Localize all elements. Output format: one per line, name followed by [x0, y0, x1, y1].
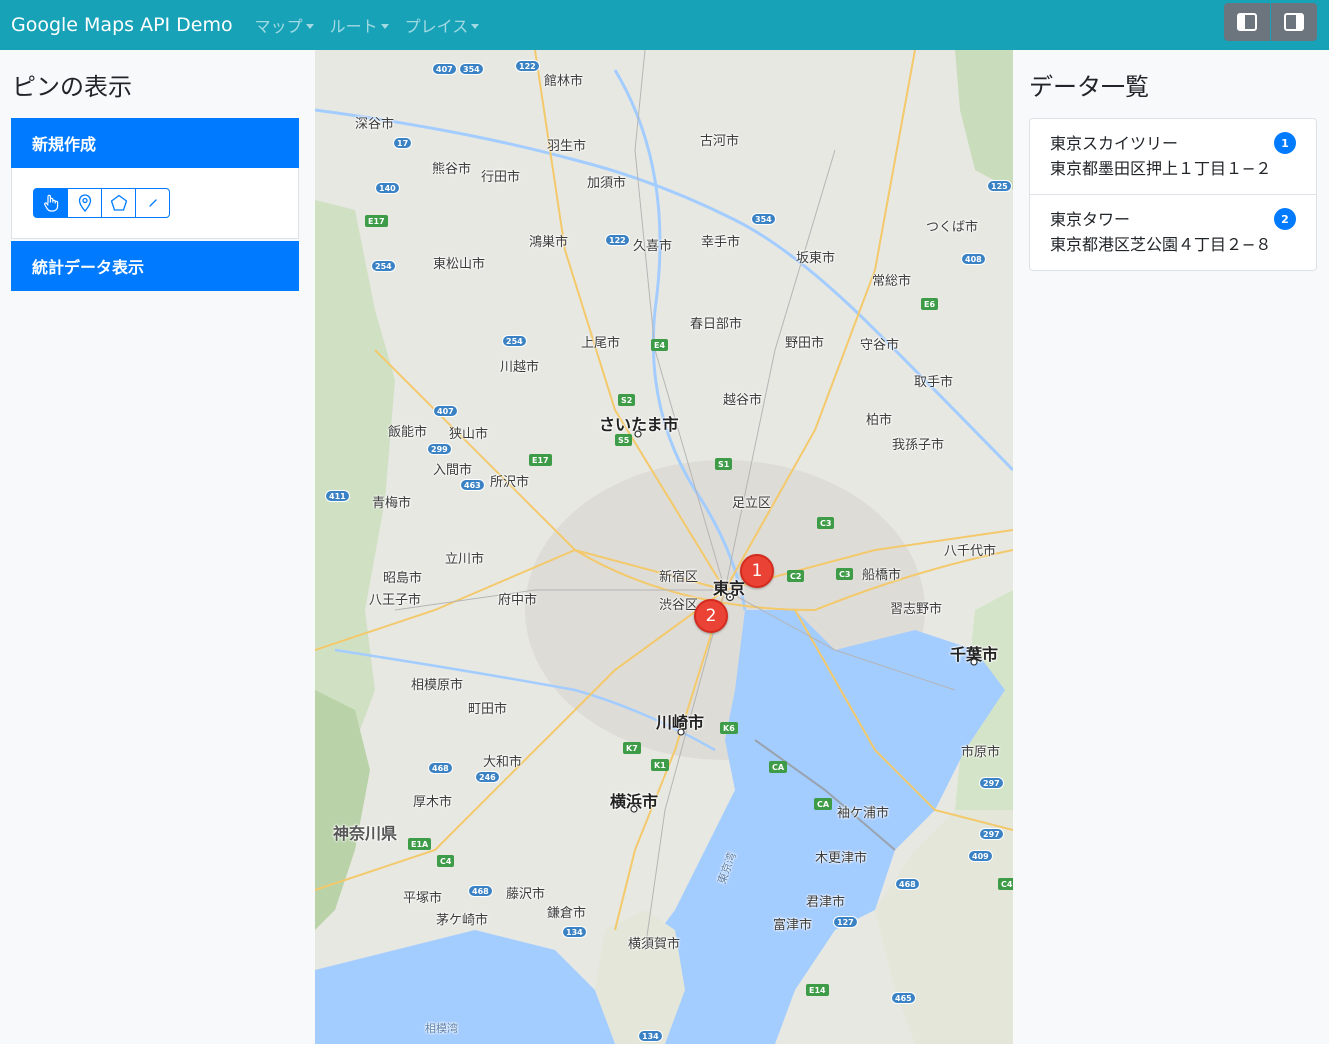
hand-icon: [43, 194, 58, 212]
route-shield-134b: 134: [638, 1030, 663, 1042]
list-item[interactable]: 東京スカイツリー 東京都墨田区押上１丁目１−２ 1: [1029, 118, 1317, 195]
left-panel: ピンの表示 新規作成 統計データ表示: [0, 50, 315, 1044]
map-marker-2[interactable]: 2: [694, 599, 728, 633]
route-shield-125: 125: [987, 180, 1012, 192]
exp-shield-s5: S5: [615, 434, 633, 446]
route-shield-463: 463: [460, 479, 485, 491]
brand[interactable]: Google Maps API Demo: [11, 14, 233, 36]
route-shield-122: 122: [515, 60, 540, 72]
exp-shield-k6: K6: [720, 722, 738, 734]
list-item-name: 東京スカイツリー: [1050, 134, 1179, 153]
exp-shield-ca-b: CA: [814, 798, 833, 810]
right-panel-title: データ一覧: [1029, 73, 1149, 101]
route-shield-134: 134: [562, 926, 587, 938]
route-shield-297b: 297: [979, 828, 1004, 840]
right-panel: データ一覧 東京スカイツリー 東京都墨田区押上１丁目１−２ 1 東京タワー 東京…: [1013, 50, 1329, 1044]
route-shield-409: 409: [968, 850, 993, 862]
caret-down-icon: [471, 24, 480, 29]
exp-shield-e4: E4: [651, 339, 669, 351]
caret-down-icon: [305, 24, 314, 29]
exp-shield-e14: E14: [806, 984, 829, 996]
menu-route[interactable]: ルート: [330, 13, 389, 37]
left-panel-toggle-button[interactable]: [1224, 3, 1270, 41]
navbar: Google Maps API Demo マップ ルート プレイス: [0, 0, 1329, 50]
menu-map-label: マップ: [254, 17, 303, 36]
exp-shield-c2: C2: [787, 570, 805, 582]
right-panel-toggle-button[interactable]: [1271, 3, 1317, 41]
route-shield-468c: 468: [895, 878, 920, 890]
exp-shield-k7: K7: [623, 742, 641, 754]
route-shield-297: 297: [979, 777, 1004, 789]
exp-shield-e17b: E17: [529, 454, 552, 466]
route-shield-140: 140: [375, 182, 400, 194]
polygon-tool-button[interactable]: [101, 188, 136, 218]
route-shield-354: 354: [459, 63, 484, 75]
list-item[interactable]: 東京タワー 東京都港区芝公園４丁目２−８ 2: [1029, 195, 1317, 271]
route-shield-122b: 122: [605, 234, 630, 246]
exp-shield-ca: CA: [769, 761, 788, 773]
route-shield-408: 408: [961, 253, 986, 265]
left-sidebar-icon: [1237, 13, 1257, 31]
list-item-address: 東京都港区芝公園４丁目２−８: [1050, 235, 1272, 254]
right-sidebar-icon: [1284, 13, 1304, 31]
exp-shield-e1a: E1A: [408, 838, 432, 850]
exp-shield-k1: K1: [651, 759, 669, 771]
polygon-icon: [110, 194, 127, 211]
stats-section-header[interactable]: 統計データ表示: [11, 241, 299, 291]
exp-shield-e6: E6: [921, 298, 939, 310]
line-tool-button[interactable]: [135, 188, 170, 218]
route-shield-299: 299: [427, 443, 452, 455]
line-icon: [148, 199, 157, 207]
route-shield-465: 465: [891, 992, 916, 1004]
route-shield-468: 468: [428, 762, 453, 774]
exp-shield-s1: S1: [715, 458, 733, 470]
pin-icon: [78, 194, 91, 212]
route-shield-354b: 354: [751, 213, 776, 225]
exp-shield-c3: C3: [817, 517, 835, 529]
menu-route-label: ルート: [329, 17, 378, 36]
city-dots: [630, 430, 978, 813]
drawing-tools: [33, 188, 277, 218]
exp-shield-s2: S2: [618, 394, 636, 406]
caret-down-icon: [380, 24, 389, 29]
route-shield-127: 127: [833, 916, 858, 928]
route-shield-17: 17: [393, 137, 413, 149]
left-panel-title: ピンの表示: [12, 73, 132, 101]
exp-shield-c4b: C4: [998, 878, 1013, 890]
list-item-address: 東京都墨田区押上１丁目１−２: [1050, 159, 1272, 178]
route-shield-254: 254: [371, 260, 396, 272]
map-marker-1[interactable]: 1: [740, 554, 774, 588]
pin-tool-button[interactable]: [67, 188, 102, 218]
route-shield-246: 246: [475, 771, 500, 783]
hand-tool-button[interactable]: [33, 188, 68, 218]
map[interactable]: さいたま市 東京 川崎市 横浜市 千葉市 神奈川県 新宿区 渋谷区 足立区 立川…: [315, 50, 1013, 1044]
exp-shield-c4: C4: [437, 855, 455, 867]
new-section-header[interactable]: 新規作成: [11, 118, 299, 168]
route-shield-407: 407: [432, 63, 457, 75]
data-list: 東京スカイツリー 東京都墨田区押上１丁目１−２ 1 東京タワー 東京都港区芝公園…: [1029, 118, 1317, 271]
accordion: 新規作成 統計データ表示: [11, 118, 299, 291]
route-shield-407b: 407: [433, 405, 458, 417]
menu-map[interactable]: マップ: [255, 13, 314, 37]
exp-shield-e17: E17: [365, 215, 388, 227]
route-shield-468b: 468: [468, 885, 493, 897]
nav-menu: マップ ルート プレイス: [255, 13, 496, 37]
exp-shield-c3b: C3: [836, 568, 854, 580]
list-item-badge: 2: [1274, 208, 1296, 230]
route-shield-411: 411: [325, 490, 350, 502]
new-section-body: [11, 168, 299, 239]
route-shield-254b: 254: [502, 335, 527, 347]
list-item-name: 東京タワー: [1050, 210, 1131, 229]
list-item-badge: 1: [1274, 132, 1296, 154]
panel-toggle-group: [1224, 3, 1317, 41]
menu-place[interactable]: プレイス: [405, 13, 480, 37]
menu-place-label: プレイス: [404, 17, 469, 36]
